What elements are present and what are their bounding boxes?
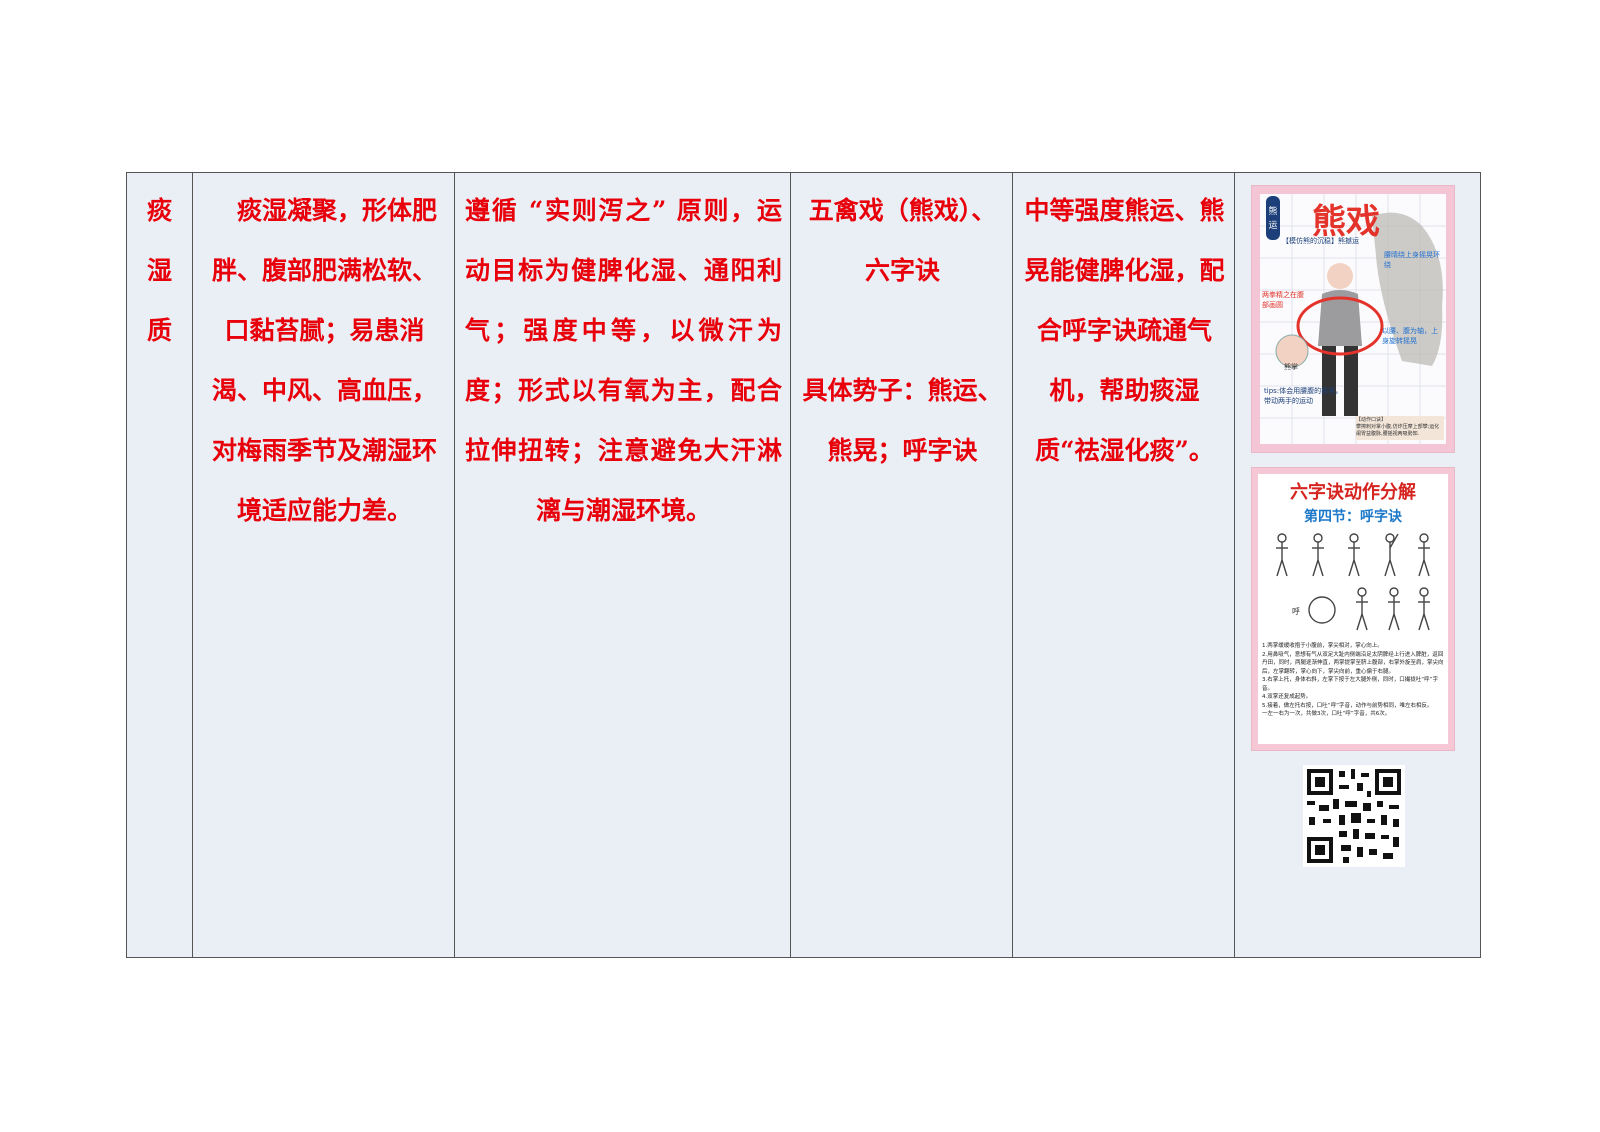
- step-item: 一左一右为一次，共做3次，口吐“呼”字音，共6次。: [1262, 711, 1391, 717]
- step-item: 1.两掌缓缓收抱于小腹前，掌尖相对，掌心向上。: [1262, 643, 1383, 649]
- six-steps: 1.两掌缓缓收抱于小腹前，掌尖相对，掌心向上。 2.用鼻吸气，意想有气从双足大趾…: [1262, 642, 1446, 719]
- type-char: 痰: [146, 196, 172, 225]
- svg-text:运: 运: [1268, 220, 1277, 231]
- images-cell: 熊 运 熊戏 【模仿熊的沉稳】熊撼运 腰晴绕上身摇晃环绕 两拳精之在腹部画圆 以…: [1234, 172, 1481, 958]
- step-item: 2.用鼻吸气，意想有气从双足大趾内侧端沿足太阴脾经上行进入脾脏，返回丹田，同时，…: [1262, 651, 1444, 675]
- characteristics-text: 痰湿凝聚，形体肥胖、腹部肥满松软、口黏苔腻；易患消渴、中风、高血压，对梅雨季节及…: [211, 196, 437, 525]
- step-item: 3.右掌上托，身体右斜，左掌下按于左大腿外侧，同时，口撮拢吐“呼”字音。: [1262, 677, 1438, 692]
- bear-tips: tips:体会用腰腹的摇晃，带动两手的运动: [1264, 387, 1343, 405]
- exercise-cell: 五禽戏（熊戏）、六字诀 具体势子：熊运、熊晃；呼字诀: [790, 172, 1013, 958]
- effect-text: 中等强度熊运、熊晃能健脾化湿，配合呼字诀疏通气机，帮助痰湿质“祛湿化痰”。: [1024, 196, 1225, 465]
- step-item: 4.双掌还复成起势。: [1262, 694, 1312, 700]
- type-char: 质: [146, 316, 172, 345]
- six-subtitle: 第四节：呼字诀: [1304, 509, 1402, 525]
- qr-code[interactable]: [1303, 765, 1405, 867]
- effect-cell: 中等强度熊运、熊晃能健脾化湿，配合呼字诀疏通气机，帮助痰湿质“祛湿化痰”。: [1012, 172, 1235, 958]
- qr-code-icon: [1303, 765, 1405, 867]
- six-character-image: 六字诀动作分解 第四节：呼字诀 呼 1.两掌缓缓收抱于小腹前，掌尖相对，掌心向上…: [1251, 467, 1455, 751]
- bear-footer: 【动作口诀】 攀擦刺对掌小腹,仿炸压摩上部攀;运化阑胃益腹脉,腰摇视两吸勢知.: [1356, 416, 1444, 440]
- bear-note-right: 以腰、腹为轴，上身旋转摇晃: [1382, 327, 1438, 345]
- bear-note-left: 两拳精之在腹部画圆: [1262, 291, 1304, 309]
- constitution-table: 痰 湿 质 痰湿凝聚，形体肥胖、腹部肥满松软、口黏苔腻；易患消渴、中风、高血压，…: [126, 172, 1481, 958]
- bear-exercise-image: 熊 运 熊戏 【模仿熊的沉稳】熊撼运 腰晴绕上身摇晃环绕 两拳精之在腹部画圆 以…: [1251, 185, 1455, 453]
- principle-cell: 遵循 “实则泻之” 原则，运动目标为健脾化湿、通阳利气；强度中等，以微汗为度；形…: [454, 172, 791, 958]
- bear-footer-text: 攀擦刺对掌小腹,仿炸压摩上部攀;运化阑胃益腹脉,腰摇视两吸勢知.: [1356, 424, 1440, 437]
- exercise-name: 五禽戏（熊戏）、六字诀: [808, 196, 997, 285]
- type-char: 湿: [146, 256, 172, 285]
- constitution-type-cell: 痰 湿 质: [126, 172, 193, 958]
- bear-hand-label: 熊掌: [1284, 363, 1298, 371]
- characteristics-cell: 痰湿凝聚，形体肥胖、腹部肥满松软、口黏苔腻；易患消渴、中风、高血压，对梅雨季节及…: [192, 172, 455, 958]
- six-title: 六字诀动作分解: [1290, 482, 1416, 503]
- svg-text:熊: 熊: [1268, 205, 1277, 217]
- bear-note-top: 腰晴绕上身摇晃环绕: [1384, 251, 1440, 269]
- exercise-moves: 具体势子：熊运、熊晃；呼字诀: [802, 376, 1003, 465]
- bear-subtitle: 【模仿熊的沉稳】熊撼运: [1282, 237, 1359, 245]
- step-item: 5.接着，做左托右按，口吐“呼”字音，动作与前势相同，唯左右相反。: [1262, 702, 1433, 709]
- six-face-label: 呼: [1292, 607, 1300, 616]
- principle-text: 遵循 “实则泻之” 原则，运动目标为健脾化湿、通阳利气；强度中等，以微汗为度；形…: [465, 196, 782, 525]
- bear-footer-title: 【动作口诀】: [1356, 417, 1387, 423]
- figures-illustration: [1276, 533, 1430, 631]
